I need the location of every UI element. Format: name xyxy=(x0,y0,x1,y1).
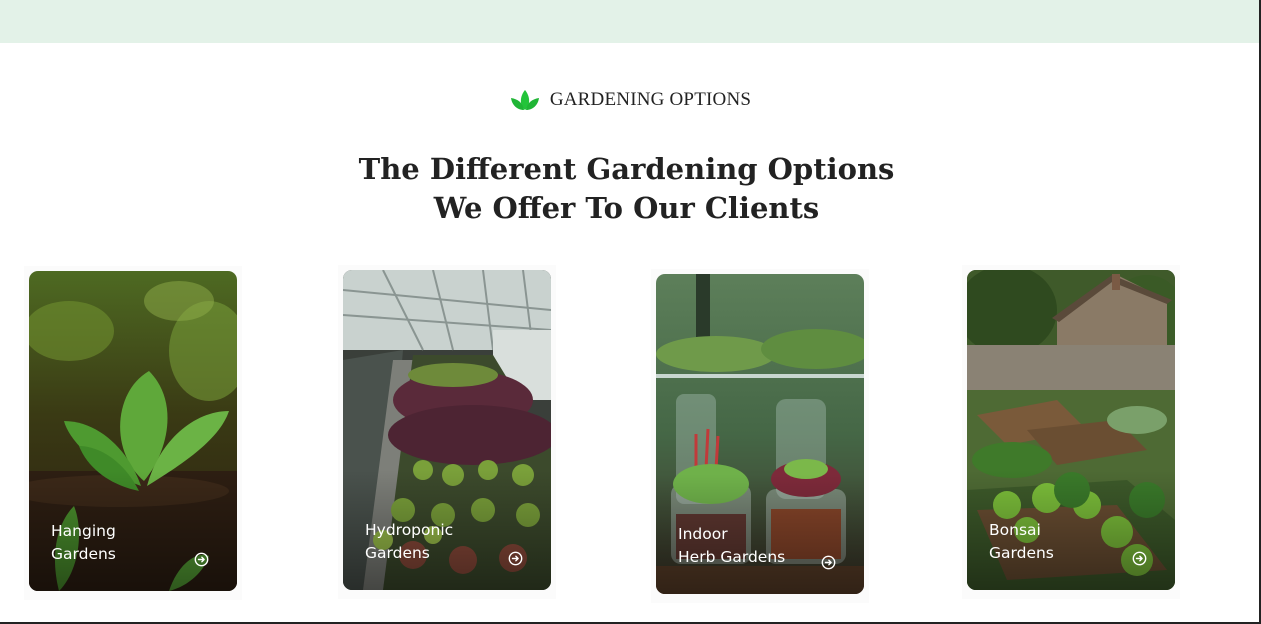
card-title-line-2: Gardens xyxy=(989,544,1054,562)
card-bonsai-gardens-wrapper: Bonsai Gardens xyxy=(962,265,1180,599)
card-title-line-1: Bonsai xyxy=(989,521,1041,539)
card-title-line-1: Indoor xyxy=(678,525,728,543)
card-hydroponic-gardens-wrapper: Hydroponic Gardens xyxy=(338,265,556,599)
card-title-line-2: Herb Gardens xyxy=(678,548,786,566)
card-indoor-herb-gardens-wrapper: Indoor Herb Gardens xyxy=(651,269,869,603)
card-hanging-gardens[interactable]: Hanging Gardens xyxy=(29,271,237,591)
card-title: Bonsai Gardens xyxy=(989,519,1054,565)
card-indoor-herb-gardens[interactable]: Indoor Herb Gardens xyxy=(656,274,864,594)
card-title: Indoor Herb Gardens xyxy=(678,523,785,569)
eyebrow-label: GARDENING OPTIONS xyxy=(549,89,752,110)
arrow-circle-right-icon[interactable] xyxy=(508,551,523,566)
card-title-line-2: Gardens xyxy=(51,545,116,563)
arrow-circle-right-icon[interactable] xyxy=(1132,551,1147,566)
card-bonsai-gardens[interactable]: Bonsai Gardens xyxy=(967,270,1175,590)
section-eyebrow: GARDENING OPTIONS xyxy=(0,88,1261,112)
heading-line-1: The Different Gardening Options xyxy=(358,152,895,186)
section-heading: The Different Gardening Options We Offer… xyxy=(0,150,1253,228)
card-title: Hanging Gardens xyxy=(51,520,116,566)
card-hydroponic-gardens[interactable]: Hydroponic Gardens xyxy=(343,270,551,590)
card-title: Hydroponic Gardens xyxy=(365,519,453,565)
card-hanging-gardens-wrapper: Hanging Gardens xyxy=(24,266,242,600)
card-title-line-1: Hydroponic xyxy=(365,521,454,539)
arrow-circle-right-icon[interactable] xyxy=(194,552,209,567)
top-band xyxy=(0,0,1259,43)
card-title-line-2: Gardens xyxy=(365,544,430,562)
heading-line-2: We Offer To Our Clients xyxy=(433,191,820,225)
card-title-line-1: Hanging xyxy=(51,522,116,540)
arrow-circle-right-icon[interactable] xyxy=(821,555,836,570)
leaf-icon xyxy=(510,90,539,110)
